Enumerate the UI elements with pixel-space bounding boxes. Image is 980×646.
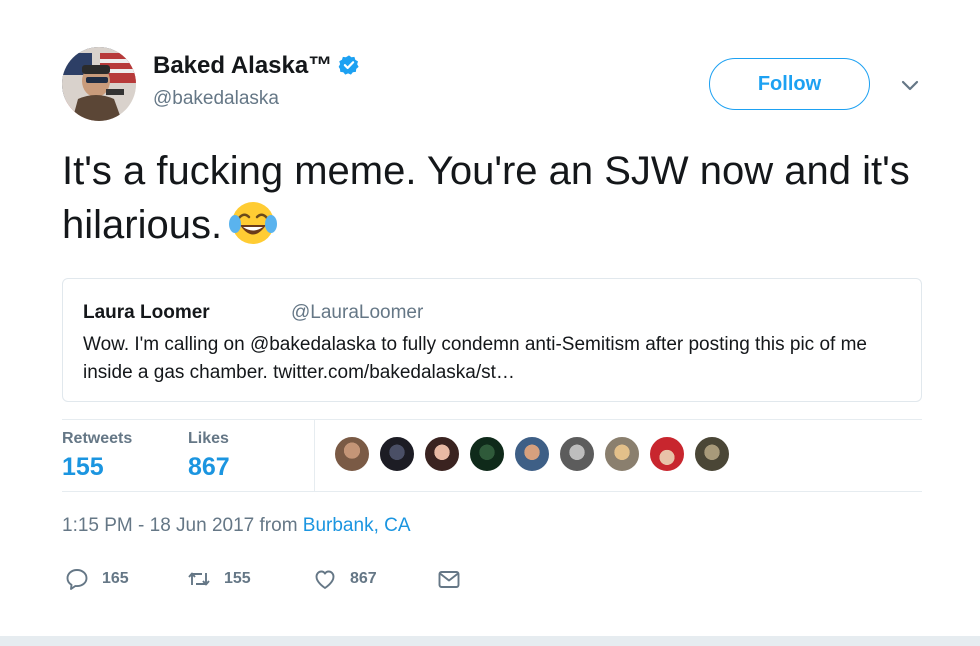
retweets-label[interactable]: Retweets [62,430,132,448]
stats-vertical-divider [314,420,315,492]
author-avatar[interactable] [62,47,136,121]
follow-button[interactable]: Follow [709,58,870,110]
stats-top-divider [62,419,922,420]
card-bottom-strip [0,636,980,646]
tweet-timestamp[interactable]: 1:15 PM - 18 Jun 2017 from [62,515,303,536]
retweet-count: 155 [224,570,251,587]
liker-avatar[interactable] [469,436,505,472]
liker-avatar[interactable] [694,436,730,472]
liker-avatar[interactable] [334,436,370,472]
verified-badge-icon [338,55,359,75]
envelope-icon [438,571,460,588]
quoted-tweet-text: Wow. I'm calling on @bakedalaska to full… [83,334,867,383]
face-with-tears-of-joy-emoji [229,202,278,244]
heart-icon [315,570,335,589]
reply-count: 165 [102,570,129,587]
liker-avatar[interactable] [424,436,460,472]
retweet-action[interactable]: 155 [186,565,251,593]
tweet-text: It's a fucking meme. You're an SJW now a… [62,149,910,247]
stats-bottom-divider [62,491,922,492]
retweets-count[interactable]: 155 [62,453,104,482]
reply-icon [66,569,88,590]
author-name-text: Baked Alaska™ [153,52,333,79]
author-display-name[interactable]: Baked Alaska™ [153,52,360,80]
liker-avatars [334,436,739,474]
like-count: 867 [350,570,377,587]
liker-avatar[interactable] [604,436,640,472]
liker-avatar[interactable] [379,436,415,472]
reply-action[interactable]: 165 [64,565,129,593]
direct-message-action[interactable] [436,565,462,593]
quoted-author-handle: @LauraLoomer [291,302,424,323]
tweet-location[interactable]: Burbank, CA [303,515,411,536]
liker-avatar[interactable] [649,436,685,472]
quoted-author-name: Laura Loomer [83,302,210,323]
tweet-text-container: It's a fucking meme. You're an SJW now a… [62,144,942,252]
tweet-card: Baked Alaska™ @bakedalaska Follow It's a… [0,0,980,636]
quoted-tweet[interactable]: Laura Loomer @LauraLoomer Wow. I'm calli… [62,278,922,402]
likes-label[interactable]: Likes [188,430,229,448]
tweet-meta: 1:15 PM - 18 Jun 2017 from Burbank, CA [62,515,411,537]
like-action[interactable]: 867 [312,565,377,593]
likes-count[interactable]: 867 [188,453,230,482]
retweet-icon [188,572,210,586]
chevron-down-icon[interactable] [898,76,922,96]
liker-avatar[interactable] [559,436,595,472]
liker-avatar[interactable] [514,436,550,472]
author-handle[interactable]: @bakedalaska [153,88,279,110]
